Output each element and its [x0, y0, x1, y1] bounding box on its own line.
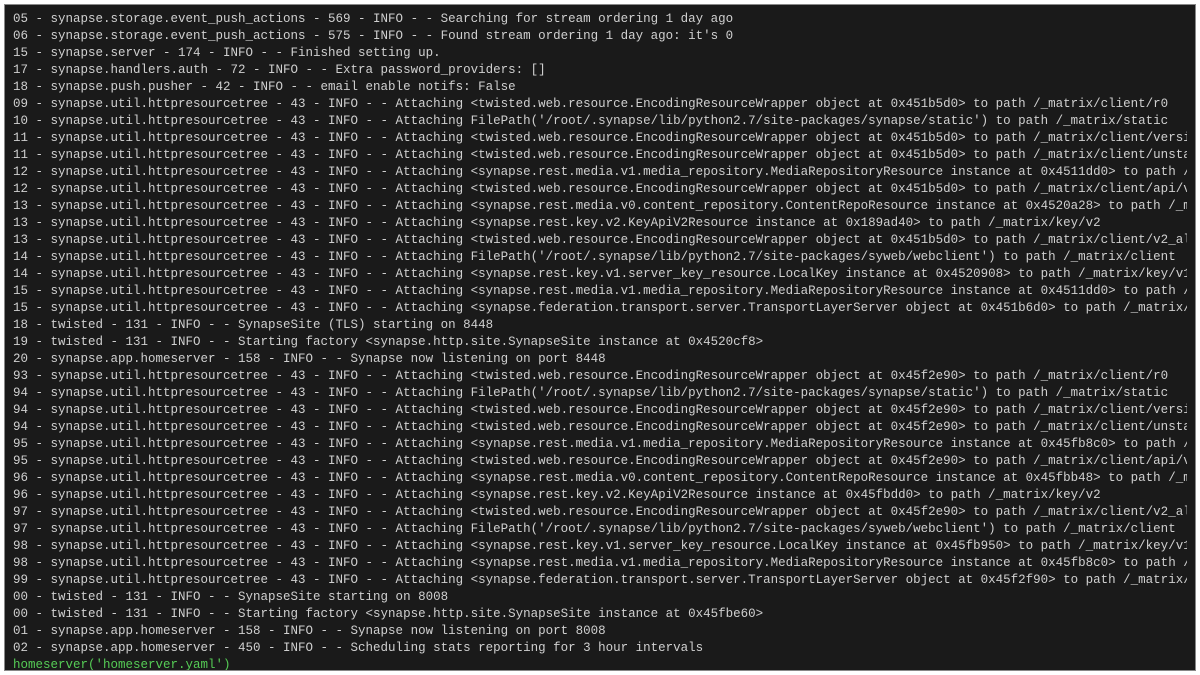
log-line: 00 - twisted - 131 - INFO - - SynapseSit…	[13, 589, 1187, 606]
log-line: 19 - twisted - 131 - INFO - - Starting f…	[13, 334, 1187, 351]
command-echo: homeserver('homeserver.yaml')	[13, 657, 1187, 671]
log-line: 95 - synapse.util.httpresourcetree - 43 …	[13, 436, 1187, 453]
log-line: 98 - synapse.util.httpresourcetree - 43 …	[13, 555, 1187, 572]
log-line: 05 - synapse.storage.event_push_actions …	[13, 11, 1187, 28]
log-line: 97 - synapse.util.httpresourcetree - 43 …	[13, 504, 1187, 521]
log-line: 96 - synapse.util.httpresourcetree - 43 …	[13, 470, 1187, 487]
log-line: 10 - synapse.util.httpresourcetree - 43 …	[13, 113, 1187, 130]
log-line: 12 - synapse.util.httpresourcetree - 43 …	[13, 181, 1187, 198]
log-line: 01 - synapse.app.homeserver - 158 - INFO…	[13, 623, 1187, 640]
log-line: 93 - synapse.util.httpresourcetree - 43 …	[13, 368, 1187, 385]
log-line: 14 - synapse.util.httpresourcetree - 43 …	[13, 266, 1187, 283]
log-line: 98 - synapse.util.httpresourcetree - 43 …	[13, 538, 1187, 555]
log-line: 13 - synapse.util.httpresourcetree - 43 …	[13, 232, 1187, 249]
log-line: 06 - synapse.storage.event_push_actions …	[13, 28, 1187, 45]
log-line: 94 - synapse.util.httpresourcetree - 43 …	[13, 419, 1187, 436]
log-line: 12 - synapse.util.httpresourcetree - 43 …	[13, 164, 1187, 181]
log-line: 94 - synapse.util.httpresourcetree - 43 …	[13, 402, 1187, 419]
log-line: 95 - synapse.util.httpresourcetree - 43 …	[13, 453, 1187, 470]
log-line: 00 - twisted - 131 - INFO - - Starting f…	[13, 606, 1187, 623]
terminal-window[interactable]: 05 - synapse.storage.event_push_actions …	[4, 4, 1196, 671]
log-output: 05 - synapse.storage.event_push_actions …	[13, 11, 1187, 657]
log-line: 09 - synapse.util.httpresourcetree - 43 …	[13, 96, 1187, 113]
log-line: 18 - synapse.push.pusher - 42 - INFO - -…	[13, 79, 1187, 96]
log-line: 15 - synapse.util.httpresourcetree - 43 …	[13, 283, 1187, 300]
log-line: 18 - twisted - 131 - INFO - - SynapseSit…	[13, 317, 1187, 334]
log-line: 17 - synapse.handlers.auth - 72 - INFO -…	[13, 62, 1187, 79]
log-line: 11 - synapse.util.httpresourcetree - 43 …	[13, 147, 1187, 164]
log-line: 96 - synapse.util.httpresourcetree - 43 …	[13, 487, 1187, 504]
log-line: 13 - synapse.util.httpresourcetree - 43 …	[13, 198, 1187, 215]
log-line: 13 - synapse.util.httpresourcetree - 43 …	[13, 215, 1187, 232]
log-line: 20 - synapse.app.homeserver - 158 - INFO…	[13, 351, 1187, 368]
log-line: 14 - synapse.util.httpresourcetree - 43 …	[13, 249, 1187, 266]
log-line: 15 - synapse.util.httpresourcetree - 43 …	[13, 300, 1187, 317]
log-line: 11 - synapse.util.httpresourcetree - 43 …	[13, 130, 1187, 147]
log-line: 97 - synapse.util.httpresourcetree - 43 …	[13, 521, 1187, 538]
log-line: 02 - synapse.app.homeserver - 450 - INFO…	[13, 640, 1187, 657]
log-line: 99 - synapse.util.httpresourcetree - 43 …	[13, 572, 1187, 589]
log-line: 15 - synapse.server - 174 - INFO - - Fin…	[13, 45, 1187, 62]
log-line: 94 - synapse.util.httpresourcetree - 43 …	[13, 385, 1187, 402]
